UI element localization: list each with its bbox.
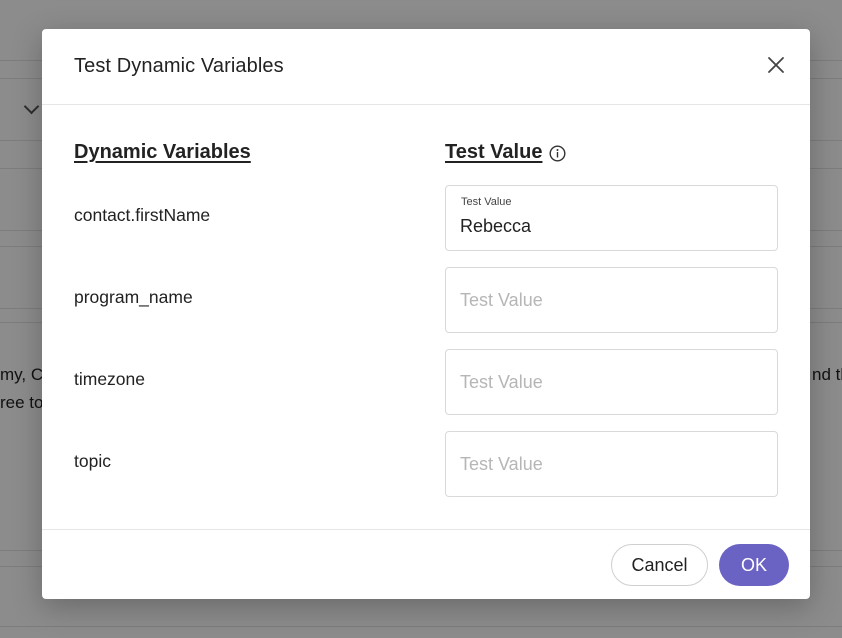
close-icon xyxy=(768,57,784,73)
field-floating-label: Test Value xyxy=(461,196,512,208)
variable-label: topic xyxy=(74,451,111,471)
variable-label: contact.firstName xyxy=(74,205,211,225)
test-value-field[interactable] xyxy=(445,267,778,333)
test-dynamic-variables-dialog: Test Dynamic Variables Dynamic Variables… xyxy=(42,29,810,599)
ok-button[interactable]: OK xyxy=(719,544,789,586)
test-value-field[interactable]: Test Value xyxy=(445,185,778,251)
dialog-header: Test Dynamic Variables xyxy=(42,29,810,105)
test-value-input[interactable] xyxy=(460,214,767,238)
test-value-field[interactable] xyxy=(445,349,778,415)
test-value-input[interactable] xyxy=(460,288,767,312)
test-value-input[interactable] xyxy=(460,452,767,476)
cancel-button[interactable]: Cancel xyxy=(611,544,708,586)
variable-label: timezone xyxy=(74,369,146,389)
test-value-field[interactable] xyxy=(445,431,778,497)
dynamic-variables-header: Dynamic Variables xyxy=(74,141,251,163)
test-value-header: Test Value xyxy=(445,141,543,163)
dialog-footer: Cancel OK xyxy=(42,529,810,599)
dialog-title: Test Dynamic Variables xyxy=(74,55,284,77)
close-button[interactable] xyxy=(764,53,788,77)
variable-label: program_name xyxy=(74,287,193,307)
info-icon[interactable] xyxy=(549,145,566,162)
test-value-input[interactable] xyxy=(460,370,767,394)
